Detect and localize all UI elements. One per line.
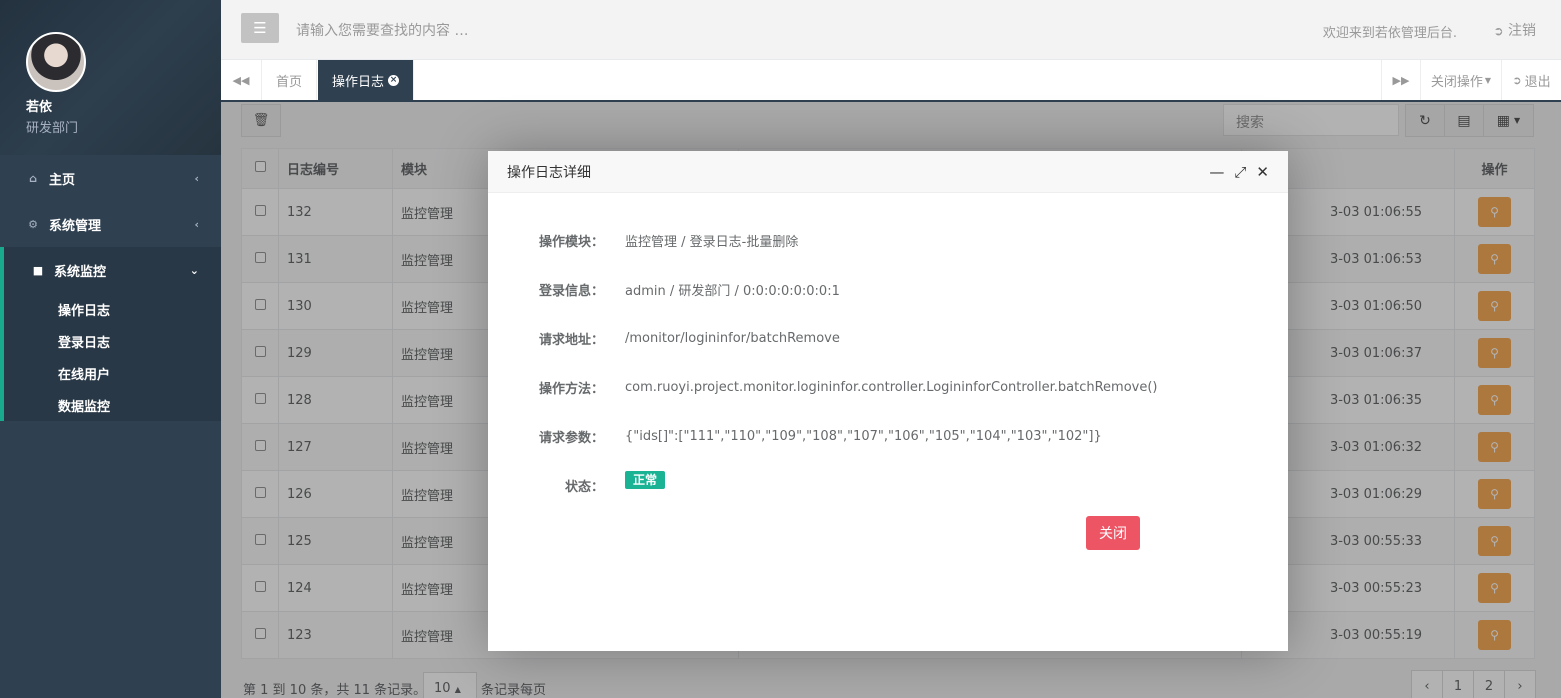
sidebar: 若依 研发部门 ⌂ 主页 ‹ ⚙ 系统管理 ‹ ■ 系统监控 ⌄ 操作日志 登录… [0, 0, 221, 698]
chevron-left-icon: ‹ [194, 171, 199, 185]
sidebar-item-system[interactable]: ⚙ 系统管理 ‹ [0, 201, 221, 247]
logout-link[interactable]: ➲ 注销 [1493, 20, 1536, 40]
field-value: 监控管理 / 登录日志-批量删除 [625, 234, 799, 250]
sidebar-item-label: 主页 [49, 172, 76, 188]
field-row-params: 请求参数： {"ids[]":["111","110","109","108",… [488, 426, 1102, 446]
field-row-status: 状态： 正常 [488, 470, 666, 495]
sidebar-subitem-online-user[interactable]: 在线用户 [4, 357, 221, 389]
field-value: /monitor/logininfor/batchRemove [625, 330, 840, 346]
status-value: 正常 [625, 470, 666, 489]
video-camera-icon: ■ [32, 263, 44, 277]
backward-icon: ◀◀ [232, 73, 250, 87]
sidebar-group-monitor: ■ 系统监控 ⌄ 操作日志 登录日志 在线用户 数据监控 [0, 247, 221, 421]
tab-oper-log[interactable]: 操作日志 × [318, 60, 415, 100]
home-icon: ⌂ [29, 171, 37, 185]
sign-out-icon: ➲ [1512, 73, 1522, 87]
field-label: 请求地址： [538, 332, 604, 348]
sidebar-subitem-login-log[interactable]: 登录日志 [4, 325, 221, 357]
tab-label: 首页 [276, 74, 303, 90]
exit-label: 退出 [1524, 74, 1551, 90]
gear-icon: ⚙ [28, 217, 38, 231]
field-row-login-info: 登录信息： admin / 研发部门 / 0:0:0:0:0:0:0:1 [488, 279, 840, 299]
avatar[interactable] [26, 32, 86, 92]
field-label: 请求参数： [538, 430, 604, 446]
close-operations-dropdown[interactable]: 关闭操作 ▼ [1420, 60, 1501, 100]
welcome-text: 欢迎来到若依管理后台. [1322, 26, 1457, 41]
oper-log-detail-modal: 操作日志详细 — ⤢ ✕ 操作模块： 监控管理 / 登录日志-批量删除 登录信息… [488, 151, 1288, 651]
field-label: 状态： [564, 479, 604, 495]
menu-toggle-button[interactable]: ☰ [241, 13, 279, 43]
sidebar-item-monitor[interactable]: ■ 系统监控 ⌄ [4, 247, 221, 293]
status-badge: 正常 [625, 470, 666, 489]
sidebar-subitem-data-monitor[interactable]: 数据监控 [4, 389, 221, 421]
close-button[interactable]: 关闭 [1086, 516, 1140, 550]
tab-label: 操作日志 [332, 74, 385, 90]
user-profile: 若依 研发部门 [0, 0, 221, 155]
minimize-icon[interactable]: — [1209, 163, 1224, 181]
field-row-method: 操作方法： com.ruoyi.project.monitor.logininf… [488, 377, 1158, 397]
top-navbar: ☰ 请输入您需要查找的内容 … 欢迎来到若依管理后台. ➲ 注销 [221, 0, 1561, 60]
tab-home[interactable]: 首页 [262, 60, 318, 100]
close-icon[interactable]: × [388, 74, 400, 86]
tab-scroll-right-button[interactable]: ▶▶ [1381, 60, 1420, 100]
logout-label: 注销 [1508, 23, 1536, 39]
sign-out-icon: ➲ [1493, 24, 1504, 38]
top-search-input[interactable]: 请输入您需要查找的内容 … [296, 20, 468, 40]
hamburger-icon: ☰ [253, 19, 267, 37]
modal-title: 操作日志详细 [507, 164, 591, 181]
sidebar-item-label: 系统管理 [49, 218, 102, 234]
chevron-left-icon: ‹ [194, 217, 199, 231]
modal-header: 操作日志详细 — ⤢ ✕ [488, 151, 1288, 193]
user-name: 若依 [26, 100, 53, 115]
field-value: com.ruoyi.project.monitor.logininfor.con… [625, 379, 1158, 395]
chevron-down-icon: ⌄ [189, 263, 199, 277]
field-row-request-url: 请求地址： /monitor/logininfor/batchRemove [488, 328, 840, 348]
forward-icon: ▶▶ [1392, 73, 1410, 87]
exit-button[interactable]: ➲ 退出 [1501, 60, 1561, 100]
user-dept: 研发部门 [26, 121, 79, 136]
close-icon[interactable]: ✕ [1256, 163, 1269, 181]
field-row-module: 操作模块： 监控管理 / 登录日志-批量删除 [488, 230, 798, 250]
field-label: 操作方法： [538, 381, 604, 397]
tabs-bar: ◀◀ 首页 操作日志 × ▶▶ 关闭操作 ▼ ➲ 退出 [221, 60, 1561, 102]
field-label: 操作模块： [538, 234, 604, 250]
field-value: admin / 研发部门 / 0:0:0:0:0:0:0:1 [625, 283, 840, 299]
sidebar-item-label: 系统监控 [54, 264, 107, 280]
sidebar-item-home[interactable]: ⌂ 主页 ‹ [0, 155, 221, 201]
maximize-icon[interactable]: ⤢ [1234, 163, 1246, 181]
close-ops-label: 关闭操作 [1430, 74, 1483, 90]
caret-down-icon: ▼ [1484, 75, 1492, 85]
field-value: {"ids[]":["111","110","109","108","107",… [625, 428, 1102, 444]
sidebar-subitem-oper-log[interactable]: 操作日志 [4, 293, 221, 325]
field-label: 登录信息： [538, 283, 604, 299]
tab-scroll-left-button[interactable]: ◀◀ [221, 60, 262, 100]
